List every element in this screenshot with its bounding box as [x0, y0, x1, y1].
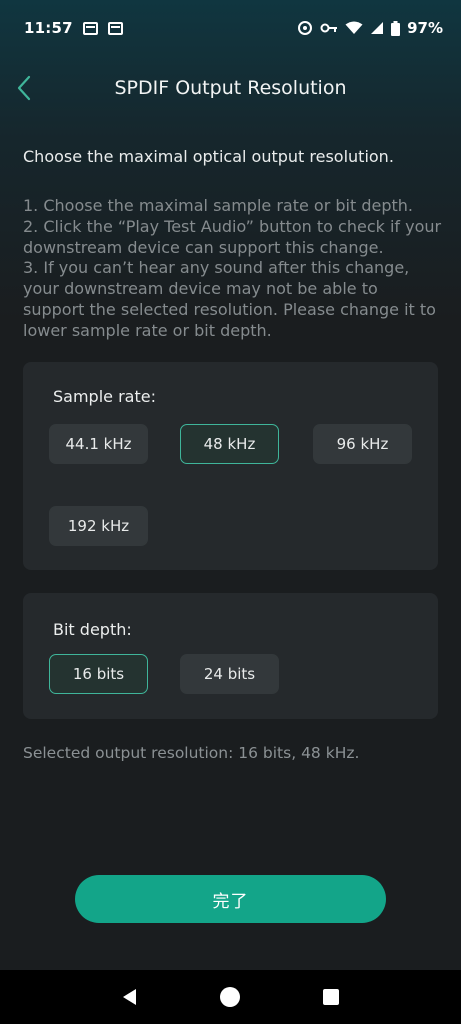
header: SPDIF Output Resolution: [0, 62, 461, 114]
nav-recents-button[interactable]: [316, 982, 346, 1012]
status-left: 11:57: [24, 19, 123, 37]
bit-depth-option-16[interactable]: 16 bits: [49, 654, 148, 694]
home-circle-icon: [220, 987, 241, 1007]
nav-back-button[interactable]: [115, 982, 145, 1012]
notification-icon: [82, 21, 98, 35]
target-icon: [298, 21, 313, 35]
status-time: 11:57: [24, 19, 73, 37]
battery-icon: [391, 20, 401, 36]
bit-depth-label: Bit depth:: [53, 620, 132, 639]
screen: 11:57 97% SPDIF Output Resolution Choose…: [0, 0, 461, 1024]
recents-square-icon: [322, 989, 339, 1005]
sample-rate-option-44-1[interactable]: 44.1 kHz: [49, 424, 148, 464]
sample-rate-card: Sample rate: 44.1 kHz 48 kHz 96 kHz 192 …: [23, 362, 438, 570]
bit-depth-option-24[interactable]: 24 bits: [180, 654, 279, 694]
status-right: 97%: [297, 19, 443, 37]
instruction-item: 2. Click the “Play Test Audio” button to…: [23, 216, 442, 257]
nav-home-button[interactable]: [215, 982, 245, 1012]
status-bar: 11:57 97%: [0, 0, 461, 56]
sample-rate-option-96[interactable]: 96 kHz: [313, 424, 412, 464]
selected-resolution-summary: Selected output resolution: 16 bits, 48 …: [23, 744, 360, 762]
key-icon: [320, 23, 338, 33]
chevron-left-icon: [17, 75, 31, 101]
bit-depth-card: Bit depth: 16 bits 24 bits: [23, 593, 438, 719]
sample-rate-label: Sample rate:: [53, 387, 156, 406]
intro-text: Choose the maximal optical output resolu…: [23, 147, 394, 166]
wifi-icon: [345, 21, 363, 34]
instruction-item: 3. If you can’t hear any sound after thi…: [23, 258, 436, 340]
page-title: SPDIF Output Resolution: [114, 77, 347, 99]
notification-icon: [107, 21, 123, 35]
sample-rate-option-192[interactable]: 192 kHz: [49, 506, 148, 546]
sample-rate-option-48[interactable]: 48 kHz: [180, 424, 279, 464]
instruction-item: 1. Choose the maximal sample rate or bit…: [23, 196, 413, 215]
navigation-bar: [0, 970, 461, 1024]
battery-percent: 97%: [407, 19, 443, 37]
done-button[interactable]: 完了: [75, 875, 386, 923]
back-triangle-icon: [123, 989, 137, 1005]
instructions: 1. Choose the maximal sample rate or bit…: [23, 196, 443, 342]
back-button[interactable]: [12, 74, 38, 102]
signal-icon: [371, 22, 384, 34]
